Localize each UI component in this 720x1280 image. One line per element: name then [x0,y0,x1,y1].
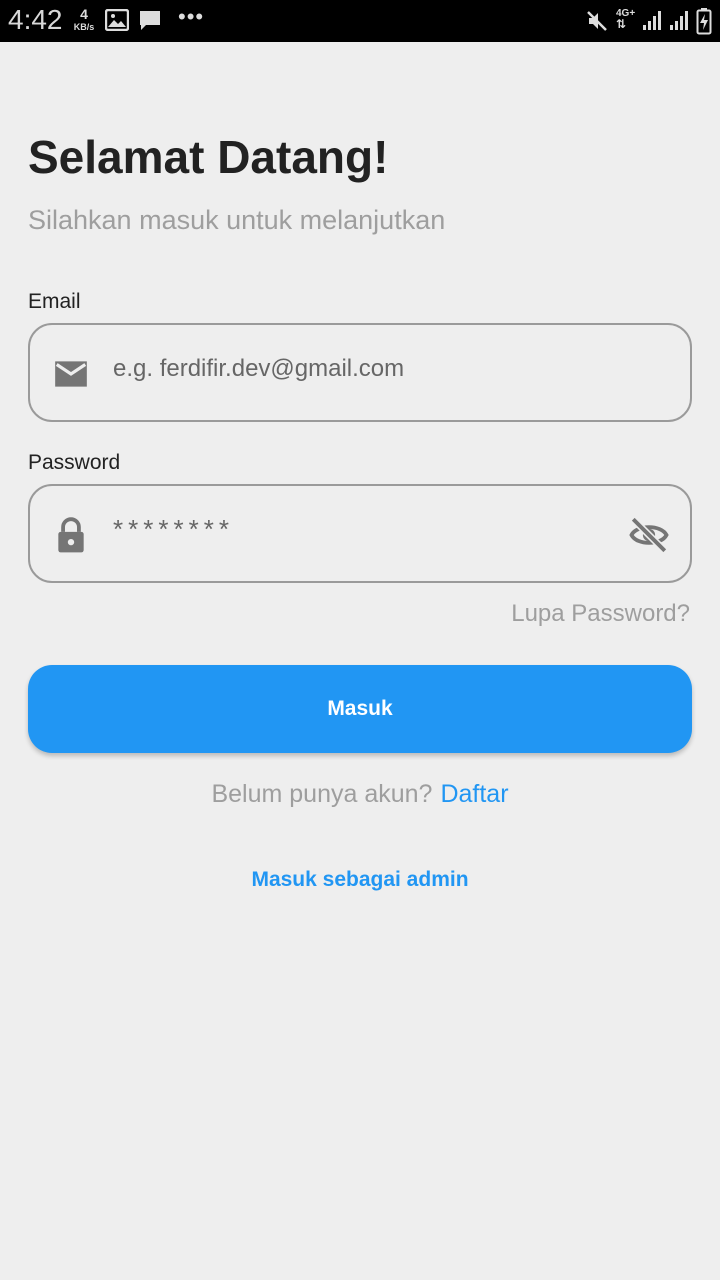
admin-login-link[interactable]: Masuk sebagai admin [0,868,720,892]
status-time: 4:42 [8,4,63,35]
lock-icon [58,517,84,553]
signup-link[interactable]: Daftar [440,780,508,808]
password-field[interactable]: ******** [28,484,692,583]
forgot-password-link[interactable]: Lupa Password? [511,600,690,628]
password-value: ******** [113,514,234,544]
eye-off-icon[interactable] [628,514,670,556]
network-speed-value: 4 [80,6,88,22]
data-arrows-icon: ⇅ [616,17,627,31]
more-notifications-icon: ••• [178,4,205,29]
signup-row: Belum punya akun? Daftar [0,780,720,809]
network-speed: 4 KB/s [70,7,98,33]
login-button[interactable]: Masuk [28,665,692,753]
email-placeholder: e.g. ferdifir.dev@gmail.com [113,355,405,382]
chat-icon [140,11,160,30]
mute-icon [587,11,607,31]
network-type: 4G+ ⇅ [616,8,635,31]
image-icon [105,9,129,31]
page-title: Selamat Datang! [28,131,389,183]
page-subtitle: Silahkan masuk untuk melanjutkan [28,205,446,235]
mail-icon [55,361,87,387]
email-field[interactable]: e.g. ferdifir.dev@gmail.com [28,323,692,422]
signal-icon [643,11,661,30]
network-speed-unit: KB/s [73,22,95,32]
password-label: Password [28,451,121,474]
signup-question: Belum punya akun? [211,780,433,808]
signal-icon-2 [670,11,688,30]
battery-charging-icon [696,8,712,35]
status-bar: 4:42 4 KB/s ••• 4G+ ⇅ [0,0,720,42]
email-label: Email [28,290,81,313]
